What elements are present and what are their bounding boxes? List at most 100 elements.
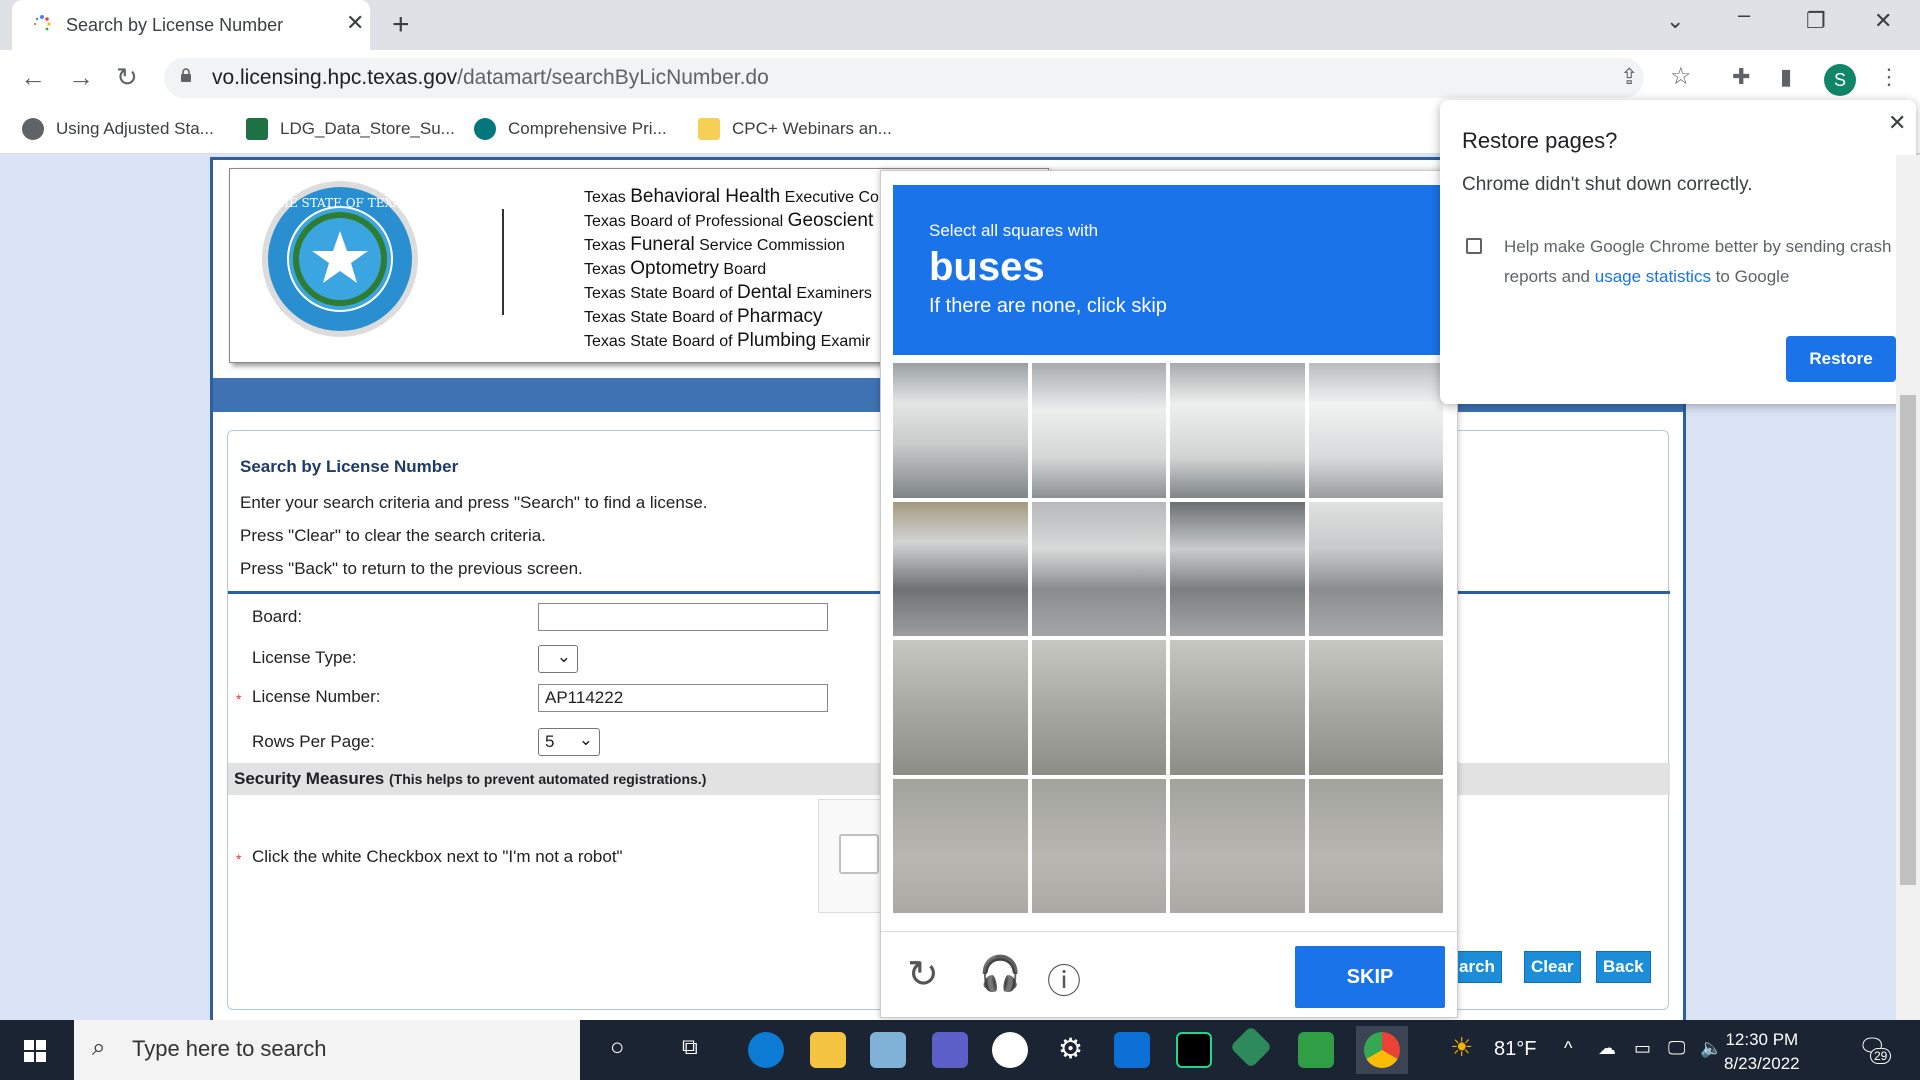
captcha-tile[interactable]: [1170, 501, 1305, 636]
captcha-tile[interactable]: [1308, 363, 1443, 498]
taskbar-search[interactable]: ⌕ Type here to search: [74, 1020, 580, 1080]
captcha-tile[interactable]: [1308, 640, 1443, 775]
bookmark-star-icon[interactable]: ☆: [1670, 62, 1692, 91]
minimize-icon[interactable]: –: [1738, 2, 1750, 28]
address-bar[interactable]: vo.licensing.hpc.texas.gov/datamart/sear…: [164, 58, 1692, 98]
excel-icon: [246, 118, 268, 140]
url-text: vo.licensing.hpc.texas.gov/datamart/sear…: [212, 66, 769, 90]
board-line: Texas State Board of Plumbing Examir: [584, 330, 871, 351]
file-explorer-icon[interactable]: [810, 1032, 846, 1068]
new-tab-button[interactable]: +: [392, 8, 410, 42]
captcha-tile[interactable]: [1031, 778, 1166, 913]
search-icon: ⌕: [92, 1034, 106, 1061]
chevron-up-icon[interactable]: ^: [1564, 1038, 1572, 1059]
volume-icon[interactable]: 🔈: [1700, 1038, 1722, 1059]
bookmark-item[interactable]: Comprehensive Pri...: [474, 118, 667, 140]
chevron-down-icon: ⌄: [578, 730, 593, 749]
license-type-select[interactable]: ⌄: [538, 645, 578, 673]
reload-icon[interactable]: ↻: [907, 952, 939, 997]
profile-avatar[interactable]: S: [1824, 64, 1856, 96]
media-icon[interactable]: [1298, 1032, 1334, 1068]
task-view-icon[interactable]: ⧉: [682, 1034, 698, 1060]
time: 12:30 PM: [1725, 1030, 1799, 1049]
info-icon[interactable]: ⓘ: [1047, 954, 1081, 1003]
tab-search-icon[interactable]: ⌄: [1666, 8, 1684, 34]
weather-temp[interactable]: 81°F: [1494, 1038, 1536, 1061]
chrome-taskbar-button[interactable]: [1356, 1026, 1408, 1074]
captcha-tile[interactable]: [893, 640, 1028, 775]
bookmark-item[interactable]: CPC+ Webinars an...: [698, 118, 892, 140]
texas-seal-icon: THE STATE OF TEXAS: [262, 181, 418, 337]
scrollbar-thumb[interactable]: [1900, 395, 1916, 885]
captcha-tile[interactable]: [1170, 640, 1305, 775]
cortana-icon[interactable]: ○: [610, 1034, 625, 1062]
bookmark-label: Comprehensive Pri...: [508, 119, 667, 138]
pycharm-icon[interactable]: [1176, 1032, 1212, 1068]
back-arrow-icon[interactable]: ←: [20, 62, 46, 93]
form-title: Search by License Number: [240, 457, 459, 476]
reload-icon[interactable]: ↻: [116, 62, 138, 93]
clear-button[interactable]: Clear: [1524, 951, 1581, 983]
windows-start-icon[interactable]: [24, 1040, 46, 1062]
captcha-tile[interactable]: [1031, 363, 1166, 498]
restore-button[interactable]: Restore: [1786, 336, 1896, 382]
sharepoint-icon: [474, 118, 496, 140]
slack-icon[interactable]: [992, 1032, 1028, 1068]
side-panel-icon[interactable]: ▮: [1780, 64, 1792, 90]
usage-statistics-link[interactable]: usage statistics: [1595, 267, 1711, 286]
bookmark-item[interactable]: LDG_Data_Store_Su...: [246, 118, 455, 140]
share-icon[interactable]: ⇪: [1620, 64, 1638, 90]
bookmark-label: Using Adjusted Sta...: [56, 119, 214, 138]
search-button[interactable]: arch: [1452, 951, 1502, 983]
board-label: Board:: [252, 607, 303, 626]
headphones-icon[interactable]: 🎧: [979, 954, 1021, 994]
notes-icon[interactable]: [870, 1032, 906, 1068]
battery-icon[interactable]: ▭: [1634, 1038, 1651, 1059]
edge-icon[interactable]: [748, 1032, 784, 1068]
notification-count: 29: [1870, 1048, 1892, 1064]
extensions-icon[interactable]: ✚: [1732, 64, 1750, 90]
captcha-tile[interactable]: [893, 363, 1028, 498]
crash-report-checkbox[interactable]: [1466, 238, 1482, 254]
restore-window-icon[interactable]: ❐: [1806, 8, 1826, 34]
rows-per-page-select[interactable]: 5 ⌄: [538, 728, 600, 756]
settings-gear-icon[interactable]: ⚙: [1058, 1032, 1083, 1065]
weather-icon[interactable]: ☀: [1450, 1032, 1473, 1063]
git-icon[interactable]: [1229, 1025, 1273, 1069]
bookmark-item[interactable]: Using Adjusted Sta...: [22, 118, 214, 140]
security-subtitle: (This helps to prevent automated registr…: [388, 771, 707, 787]
tab-active[interactable]: Search by License Number ✕: [12, 0, 370, 50]
onedrive-icon[interactable]: ☁: [1598, 1038, 1616, 1059]
url-domain: vo.licensing.hpc.texas.gov: [212, 66, 458, 89]
app-s-icon[interactable]: [1114, 1032, 1150, 1068]
search-placeholder: Type here to search: [132, 1036, 327, 1061]
restore-pages-dialog: ✕ Restore pages? Chrome didn't shut down…: [1440, 100, 1916, 404]
captcha-tile[interactable]: [1308, 778, 1443, 913]
menu-icon[interactable]: ⋮: [1878, 64, 1900, 90]
close-window-icon[interactable]: ✕: [1874, 8, 1892, 34]
board-input[interactable]: [538, 603, 828, 631]
captcha-tile[interactable]: [1031, 501, 1166, 636]
teams-icon[interactable]: [932, 1032, 968, 1068]
license-number-input[interactable]: AP114222: [538, 684, 828, 712]
captcha-tile[interactable]: [1031, 640, 1166, 775]
skip-button[interactable]: SKIP: [1295, 946, 1445, 1008]
robot-checkbox[interactable]: [839, 834, 879, 874]
captcha-tile[interactable]: [1170, 363, 1305, 498]
back-button[interactable]: Back: [1596, 951, 1651, 983]
tab-close-icon[interactable]: ✕: [346, 10, 364, 36]
loading-icon: [34, 15, 51, 31]
instruction-line: Press "Clear" to clear the search criter…: [240, 526, 546, 545]
page-scrollbar[interactable]: [1896, 155, 1920, 1020]
forward-arrow-icon[interactable]: →: [68, 62, 94, 93]
board-line: Texas Behavioral Health Executive Co: [584, 186, 879, 207]
close-icon[interactable]: ✕: [1888, 110, 1906, 136]
clock[interactable]: 12:30 PM 8/23/2022: [1724, 1028, 1800, 1076]
captcha-tile[interactable]: [1308, 501, 1443, 636]
captcha-tile[interactable]: [893, 501, 1028, 636]
board-line: Texas State Board of Pharmacy: [584, 306, 823, 327]
network-icon[interactable]: 🖵: [1668, 1038, 1685, 1059]
notification-center-icon[interactable]: 🗨 29: [1858, 1034, 1892, 1064]
captcha-tile[interactable]: [893, 778, 1028, 913]
captcha-tile[interactable]: [1170, 778, 1305, 913]
